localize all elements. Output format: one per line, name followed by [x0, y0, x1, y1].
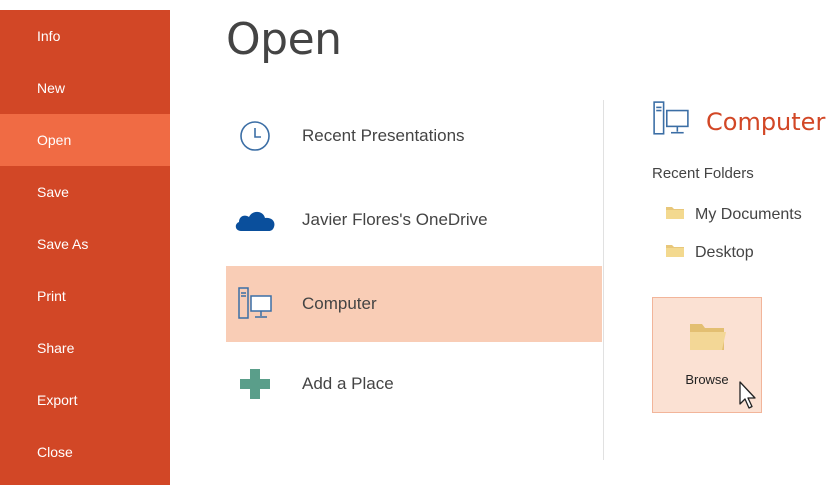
- place-label: Recent Presentations: [302, 126, 465, 145]
- computer-pane-header: Computer: [652, 100, 825, 143]
- folder-label: Desktop: [695, 243, 754, 261]
- mouse-cursor-icon: [738, 380, 758, 415]
- place-label: Add a Place: [302, 374, 394, 393]
- place-recent-presentations[interactable]: Recent Presentations: [226, 98, 602, 174]
- folder-icon: [665, 242, 685, 263]
- nav-item-info[interactable]: Info: [0, 10, 170, 62]
- place-onedrive[interactable]: Javier Flores's OneDrive: [226, 182, 602, 258]
- nav-item-share[interactable]: Share: [0, 322, 170, 374]
- place-add-a-place[interactable]: Add a Place: [226, 346, 602, 422]
- recent-folders-heading: Recent Folders: [652, 165, 754, 182]
- place-label: Computer: [302, 294, 377, 313]
- place-computer[interactable]: Computer: [226, 266, 602, 342]
- nav-item-new[interactable]: New: [0, 62, 170, 114]
- nav-item-open[interactable]: Open: [0, 114, 170, 166]
- backstage-sidebar: Info New Open Save Save As Print Share E…: [0, 10, 170, 485]
- computer-icon: [232, 284, 278, 324]
- nav-item-save-as[interactable]: Save As: [0, 218, 170, 270]
- clock-icon: [232, 116, 278, 156]
- page-title: Open: [226, 14, 342, 65]
- nav-item-print[interactable]: Print: [0, 270, 170, 322]
- place-label: Javier Flores's OneDrive: [302, 210, 488, 229]
- nav-item-save[interactable]: Save: [0, 166, 170, 218]
- nav-item-export[interactable]: Export: [0, 374, 170, 426]
- folder-label: My Documents: [695, 205, 802, 223]
- pane-divider: [603, 100, 604, 460]
- onedrive-cloud-icon: [232, 200, 278, 240]
- folder-desktop[interactable]: Desktop: [665, 242, 754, 263]
- folder-open-icon: [688, 320, 728, 357]
- folder-my-documents[interactable]: My Documents: [665, 204, 802, 225]
- computer-icon: [652, 100, 690, 143]
- folder-icon: [665, 204, 685, 225]
- pane-title: Computer: [706, 107, 826, 136]
- nav-item-close[interactable]: Close: [0, 426, 170, 478]
- plus-icon: [232, 364, 278, 404]
